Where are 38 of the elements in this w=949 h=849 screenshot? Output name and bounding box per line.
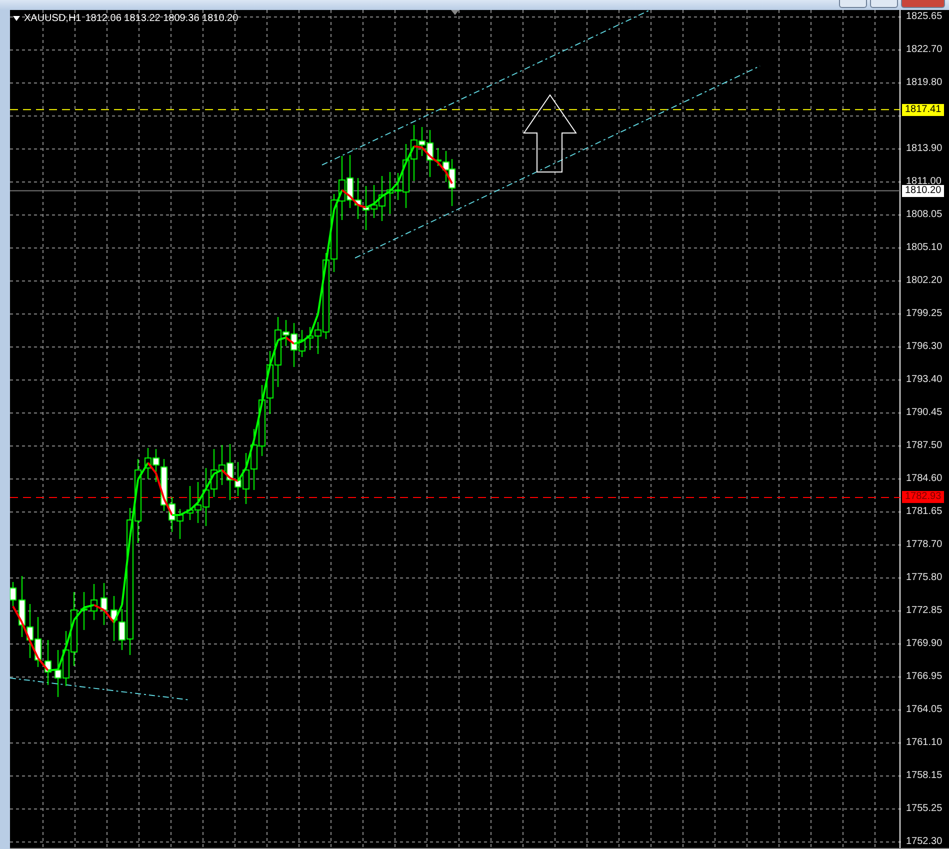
price-axis-label: 1811.00 — [906, 176, 942, 187]
dropdown-caret-icon[interactable] — [13, 16, 20, 21]
minimize-button[interactable] — [839, 0, 867, 8]
candlestick — [100, 582, 108, 626]
price-axis-label: 1766.95 — [905, 671, 942, 684]
price-axis-label: 1813.90 — [905, 143, 942, 156]
price-axis-label: 1772.85 — [905, 604, 942, 617]
price-axis-label: 1796.30 — [905, 341, 942, 354]
price-axis-label: 1784.60 — [905, 472, 942, 485]
price-axis-label: 1764.05 — [905, 704, 942, 716]
price-axis-label: 1755.25 — [905, 802, 942, 815]
ohlc-values: 1812.06 1813.22 1809.36 1810.20 — [85, 13, 238, 24]
price-axis-label: 1819.80 — [905, 76, 942, 89]
price-marker: 1782.93 — [902, 491, 944, 504]
price-axis-label: 1761.10 — [905, 736, 942, 749]
price-axis-label: 1787.50 — [905, 440, 942, 452]
price-axis-label: 1805.10 — [905, 242, 942, 254]
price-axis-label: 1775.80 — [905, 572, 942, 584]
price-axis-label: 1802.20 — [905, 274, 942, 287]
price-axis-label: 1769.90 — [905, 638, 942, 650]
price-axis-label: 1758.15 — [905, 770, 942, 782]
price-marker: 1810.20 — [902, 184, 944, 197]
price-axis-label: 1781.65 — [905, 506, 942, 518]
price-axis-label: 1799.25 — [905, 308, 942, 320]
price-axis-label: 1790.45 — [905, 406, 942, 419]
candlestick — [44, 640, 52, 686]
price-axis-label: 1752.30 — [905, 836, 942, 848]
candlestick — [10, 582, 16, 606]
price-axis-label: 1825.65 — [905, 11, 942, 23]
price-marker: 1817.41 — [902, 104, 944, 116]
candlestick — [90, 584, 98, 620]
price-axis-label: 1822.70 — [905, 44, 942, 56]
price-axis-label: 1808.05 — [905, 208, 942, 221]
candlestick — [80, 592, 88, 630]
symbol-label: XAUUSD,H1 — [24, 13, 82, 24]
maximize-button[interactable] — [870, 0, 898, 8]
price-axis-label: 1793.40 — [905, 374, 942, 386]
price-axis-label: 1778.70 — [905, 539, 942, 552]
